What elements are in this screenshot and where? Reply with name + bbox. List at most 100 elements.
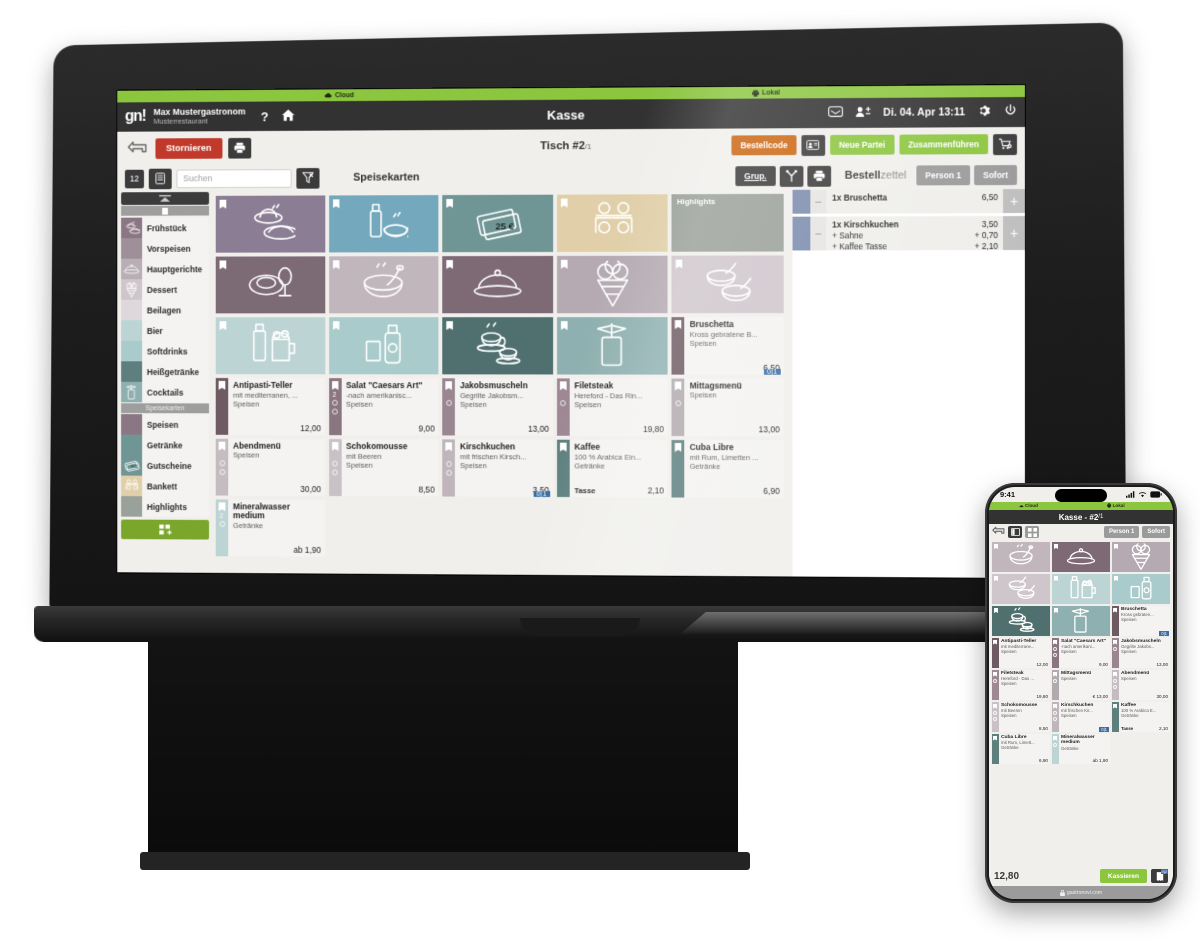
category-tile[interactable]: 25 €	[442, 194, 553, 253]
phone-product-card[interactable]: Filetsteak Hereford - Das ... Speisen 19…	[992, 670, 1050, 700]
sidebar-item-fr-hst-ck[interactable]: Frühstück	[121, 217, 210, 239]
print-button[interactable]	[227, 137, 251, 159]
product-card[interactable]: 2 Salat "Caesars Art" -nach amerikanisc.…	[328, 378, 439, 436]
scroll-up-button[interactable]	[121, 191, 210, 205]
back-arrow-icon[interactable]	[125, 140, 150, 156]
sidebar-item-speisen[interactable]: Speisen	[121, 414, 210, 435]
product-card[interactable]: Kaffee 100 % Arabica Ein... Getränke Tas…	[556, 439, 668, 498]
order-code-button[interactable]: Bestellcode	[731, 135, 797, 156]
decrease-quantity-button[interactable]: –	[810, 189, 827, 214]
home-icon[interactable]	[281, 109, 295, 124]
sidebar-item-getr-nke[interactable]: Getränke	[121, 434, 210, 456]
product-card[interactable]: Abendmenü Speisen 30,00	[215, 438, 325, 496]
category-tile[interactable]	[215, 317, 325, 375]
sidebar-item-beilagen[interactable]: Beilagen	[121, 299, 210, 321]
phone-category-tile[interactable]	[992, 574, 1050, 604]
merge-button[interactable]: Zusammenführen	[899, 134, 989, 155]
product-card[interactable]: Filetsteak Hereford - Das Rin... Speisen…	[556, 378, 668, 437]
product-card[interactable]: Antipasti-Teller mit mediterranen, ... S…	[215, 378, 325, 436]
increase-quantity-button[interactable]: +	[1003, 216, 1025, 251]
phone-checkout-button[interactable]: Kassieren	[1099, 869, 1147, 883]
help-icon[interactable]: ?	[261, 109, 269, 124]
cart-settings-button[interactable]	[993, 133, 1018, 155]
category-tile[interactable]	[328, 256, 439, 314]
sidebar-item-dessert[interactable]: Dessert	[121, 279, 210, 300]
phone-sofort-button[interactable]: Sofort	[1142, 526, 1170, 538]
phone-product-card[interactable]: Jakobsmuscheln Gegrilte Jakobs... Speise…	[1112, 638, 1170, 668]
category-tile[interactable]	[215, 256, 325, 314]
decrease-quantity-button[interactable]: –	[810, 216, 827, 251]
category-tile[interactable]	[442, 317, 553, 375]
phone-category-tile[interactable]	[1052, 574, 1110, 604]
category-tile[interactable]	[556, 317, 668, 375]
phone-category-tile[interactable]	[1112, 542, 1170, 572]
phone-product-card[interactable]: Salat "Caesars Art" -nach amerikani... S…	[1052, 638, 1110, 668]
category-tile[interactable]	[442, 255, 553, 314]
sidebar-item-vorspeisen[interactable]: Vorspeisen	[121, 237, 210, 259]
quantity-input[interactable]: 12	[124, 169, 145, 188]
phone-product-card[interactable]: Bruschetta Kross gebraten... Speisen 6,5…	[1112, 606, 1170, 636]
increase-quantity-button[interactable]: +	[1003, 189, 1025, 214]
split-bill-button[interactable]	[779, 165, 804, 187]
sidebar-item-bankett[interactable]: Bankett	[121, 475, 210, 497]
product-card[interactable]: Schokomousse mit Beeren Speisen 8,50	[328, 439, 439, 497]
phone-panel-button[interactable]	[1008, 526, 1022, 538]
phone-product-card[interactable]: Antipasti-Teller mit mediterrane... Spei…	[992, 638, 1050, 668]
category-tile[interactable]	[215, 195, 325, 253]
product-card[interactable]: Jakobsmuscheln Gegrilte Jakobsm... Speis…	[442, 378, 553, 436]
phone-product-card[interactable]: Mineralwasser medium Getränke ab 1,90	[1052, 734, 1110, 764]
receipt-line[interactable]: – 1x Kirschkuchen + Sahne + Kaffee Tasse 3…	[792, 216, 1025, 251]
bookmark-row[interactable]	[121, 205, 210, 216]
category-tile[interactable]	[671, 255, 784, 314]
phone-grid-button[interactable]	[1025, 526, 1039, 538]
phone-category-tile[interactable]	[1112, 574, 1170, 604]
product-card[interactable]: Mittagsmenü Speisen 13,00	[671, 378, 784, 437]
category-tile[interactable]	[328, 317, 439, 375]
phone-receipt-button[interactable]: 0|2	[1151, 869, 1168, 883]
category-tile[interactable]	[556, 194, 668, 252]
product-card[interactable]: 2 Mineralwasser medium Getränke ab 1,90	[215, 499, 325, 557]
phone-person-button[interactable]: Person 1	[1103, 526, 1140, 538]
sidebar-item-hei-getr-nke[interactable]: Heißgetränke	[121, 361, 210, 382]
new-party-button[interactable]: Neue Partei	[830, 134, 895, 155]
product-card[interactable]: Cuba Libre mit Rum, Limetten ... Getränk…	[671, 440, 784, 498]
list-view-button[interactable]	[148, 168, 172, 189]
sidebar-item-bier[interactable]: Bier	[121, 320, 210, 341]
cancel-order-button[interactable]: Stornieren	[155, 137, 222, 159]
gear-icon[interactable]	[978, 104, 991, 120]
customer-card-button[interactable]	[801, 134, 826, 156]
phone-category-tile[interactable]	[1052, 542, 1110, 572]
phone-category-tile[interactable]	[992, 542, 1050, 572]
product-card[interactable]: Bruschetta Kross gebratene B... Speisen …	[671, 317, 784, 375]
clear-filter-button[interactable]	[296, 167, 320, 189]
group-button[interactable]: Grup.	[735, 166, 776, 187]
phone-product-card[interactable]: Kirschkuchen mit frischen Kir... Speisen…	[1052, 702, 1110, 732]
category-tile[interactable]	[556, 255, 668, 314]
product-price: 8,50	[418, 484, 435, 495]
envelope-icon[interactable]	[828, 106, 843, 120]
phone-product-card[interactable]: Mittagsmenü Speisen € 13,00	[1052, 670, 1110, 700]
sidebar-item-softdrinks[interactable]: Softdrinks	[121, 340, 210, 362]
category-tile[interactable]	[328, 195, 439, 253]
sidebar-item-cocktails[interactable]: Cocktails	[121, 381, 210, 403]
phone-product-card[interactable]: Schokomousse mit Beeren Speisen 8,50	[992, 702, 1050, 732]
users-icon[interactable]	[855, 106, 870, 120]
phone-product-card[interactable]: Kaffee 100 % Arabica E... Getränke Tasse…	[1112, 702, 1170, 732]
power-icon[interactable]	[1004, 104, 1017, 120]
sidebar-item-hauptgerichte[interactable]: Hauptgerichte	[121, 258, 210, 280]
search-input[interactable]: Suchen	[176, 168, 292, 188]
phone-category-tile[interactable]	[1052, 606, 1110, 636]
phone-product-card[interactable]: Abendmenü Speisen 30,00	[1112, 670, 1170, 700]
phone-product-card[interactable]: Cuba Libre mit Rum, Limett... Getränke 6…	[992, 734, 1050, 764]
add-category-button[interactable]	[121, 519, 210, 540]
receipt-line[interactable]: – 1x Bruschetta 6,50 +	[792, 189, 1025, 214]
product-card[interactable]: Kirschkuchen mit frischen Kirsch... Spei…	[442, 439, 553, 497]
print-receipt-button[interactable]	[807, 165, 831, 187]
sidebar-item-highlights[interactable]: Highlights	[121, 496, 210, 518]
category-tile[interactable]: Highlights	[671, 193, 784, 252]
sidebar-item-gutscheine[interactable]: 25 € Gutscheine	[121, 455, 210, 476]
sofort-button[interactable]: Sofort	[974, 165, 1018, 186]
phone-back-icon[interactable]	[992, 523, 1005, 541]
phone-category-tile[interactable]	[992, 606, 1050, 636]
person-selector[interactable]: Person 1	[916, 165, 971, 186]
